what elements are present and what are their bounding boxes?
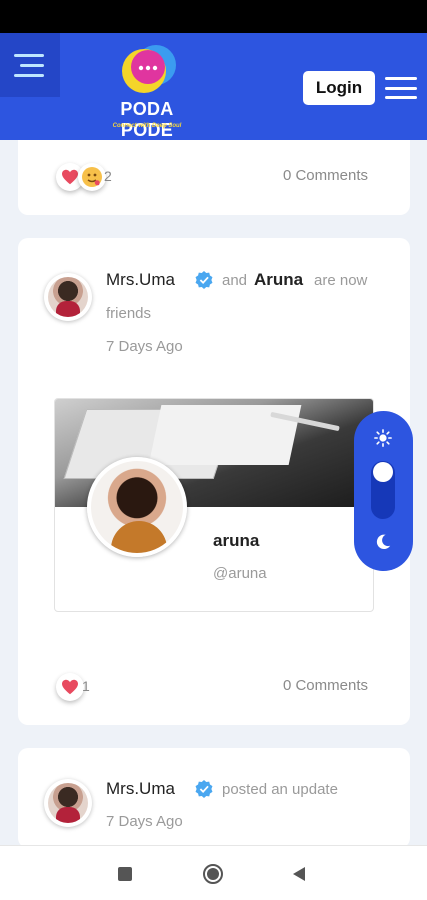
profile-handle: @aruna	[213, 565, 267, 582]
home-icon[interactable]	[203, 864, 223, 884]
chat-bubbles-logo-icon	[122, 45, 176, 93]
reaction-count: 1	[82, 678, 90, 694]
status-bar	[0, 0, 427, 33]
heart-reaction[interactable]	[56, 673, 84, 701]
post-card: 2 0 Comments	[18, 140, 410, 215]
action-text: are now	[314, 272, 368, 289]
sun-icon[interactable]	[374, 429, 392, 447]
login-button[interactable]: Login	[303, 71, 375, 105]
profile-card[interactable]: aruna @aruna	[54, 398, 374, 612]
action-text-continued: friends	[106, 305, 152, 322]
post-time: 7 Days Ago	[106, 338, 183, 355]
connector-text: and	[222, 272, 248, 289]
app-header: PODA PODE Connect with Deep Soul Login	[0, 33, 427, 140]
friend-name[interactable]: Aruna	[254, 270, 303, 290]
emoji-reaction[interactable]	[78, 163, 106, 191]
comments-link[interactable]: 0 Comments	[283, 167, 368, 184]
post-card: Mrs.Uma and Aruna are now friends 7 Days…	[18, 238, 410, 725]
recent-apps-icon[interactable]	[118, 867, 132, 881]
back-icon[interactable]	[292, 866, 306, 882]
comments-link[interactable]: 0 Comments	[283, 677, 368, 694]
logo[interactable]: PODA PODE Connect with Deep Soul	[92, 41, 202, 140]
post-card: Mrs.Uma posted an update 7 Days Ago	[18, 748, 410, 848]
heart-icon	[62, 679, 78, 695]
menu-toggle-icon[interactable]	[0, 33, 60, 97]
reaction-count: 2	[104, 168, 112, 184]
system-nav-bar	[0, 845, 427, 900]
moon-icon[interactable]	[374, 533, 392, 551]
theme-switch-knob[interactable]	[373, 462, 393, 482]
logo-title: PODA PODE	[120, 99, 174, 140]
verified-icon	[195, 271, 213, 289]
author-name[interactable]: Mrs.Uma	[106, 270, 175, 290]
heart-icon	[62, 169, 78, 185]
logo-tagline: Connect with Deep Soul	[112, 123, 182, 129]
theme-toggle[interactable]	[354, 411, 413, 571]
post-time: 7 Days Ago	[106, 813, 183, 830]
profile-name[interactable]: aruna	[213, 531, 259, 551]
emoji-icon	[82, 167, 102, 187]
verified-icon	[195, 780, 213, 798]
hamburger-icon[interactable]	[385, 77, 417, 99]
avatar[interactable]	[44, 273, 92, 321]
profile-picture[interactable]	[87, 457, 187, 557]
author-name[interactable]: Mrs.Uma	[106, 779, 175, 799]
action-text: posted an update	[222, 781, 338, 798]
avatar[interactable]	[44, 779, 92, 827]
